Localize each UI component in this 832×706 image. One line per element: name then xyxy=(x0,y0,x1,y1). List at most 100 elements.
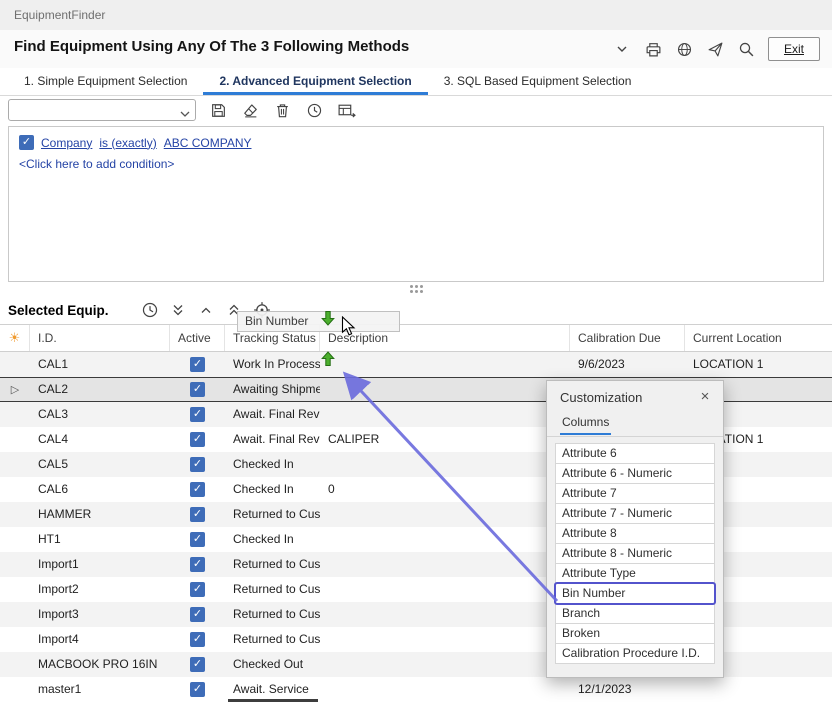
row-indicator[interactable] xyxy=(0,552,30,577)
cell-tracking-status[interactable]: Work In Process xyxy=(225,352,320,377)
double-chevron-down-icon[interactable] xyxy=(168,301,187,320)
cell-description[interactable] xyxy=(320,577,570,602)
cell-tracking-status[interactable]: Await. Final Review xyxy=(225,402,320,427)
active-checkbox[interactable] xyxy=(190,557,205,572)
active-checkbox[interactable] xyxy=(190,357,205,372)
row-indicator[interactable] xyxy=(0,677,30,702)
cell-id[interactable]: HAMMER xyxy=(30,502,170,527)
customization-list-item[interactable]: Attribute 8 - Numeric xyxy=(555,543,715,564)
column-header-current-location[interactable]: Current Location xyxy=(685,325,832,351)
cell-current-location[interactable] xyxy=(685,677,832,702)
row-indicator[interactable] xyxy=(0,377,30,402)
cell-calibration-due[interactable]: 12/1/2023 xyxy=(570,677,685,702)
tab-simple-selection[interactable]: 1. Simple Equipment Selection xyxy=(8,68,203,95)
cell-tracking-status[interactable]: Returned to Custo xyxy=(225,502,320,527)
row-indicator[interactable] xyxy=(0,452,30,477)
splitter-handle[interactable] xyxy=(0,282,832,296)
cell-description[interactable] xyxy=(320,527,570,552)
customization-list-item[interactable]: Broken xyxy=(555,623,715,644)
cell-tracking-status[interactable]: Checked In xyxy=(225,527,320,552)
customization-list-item[interactable]: Bin Number xyxy=(555,583,715,604)
chevron-up-icon[interactable] xyxy=(196,301,215,320)
chevron-down-icon[interactable] xyxy=(613,40,632,59)
cell-description[interactable] xyxy=(320,652,570,677)
cell-description[interactable] xyxy=(320,377,570,402)
column-header-active[interactable]: Active xyxy=(170,325,225,351)
cell-calibration-due[interactable]: 9/6/2023 xyxy=(570,352,685,377)
row-indicator[interactable] xyxy=(0,627,30,652)
cell-tracking-status[interactable]: Awaiting Shipmen xyxy=(225,377,320,402)
cell-tracking-status[interactable]: Await. Final Review xyxy=(225,427,320,452)
cell-description[interactable] xyxy=(320,602,570,627)
globe-icon[interactable] xyxy=(675,40,694,59)
customization-list-item[interactable]: Attribute 6 - Numeric xyxy=(555,463,715,484)
row-indicator[interactable] xyxy=(0,427,30,452)
clock-icon[interactable] xyxy=(140,301,159,320)
customization-list-item[interactable]: Attribute 7 xyxy=(555,483,715,504)
condition-operator-link[interactable]: is (exactly) xyxy=(99,136,156,150)
tab-columns[interactable]: Columns xyxy=(560,413,611,435)
cell-id[interactable]: master1 xyxy=(30,677,170,702)
close-icon[interactable] xyxy=(696,387,714,405)
send-icon[interactable] xyxy=(706,40,725,59)
tab-advanced-selection[interactable]: 2. Advanced Equipment Selection xyxy=(203,68,427,95)
cell-id[interactable]: CAL3 xyxy=(30,402,170,427)
customization-list-item[interactable]: Attribute 7 - Numeric xyxy=(555,503,715,524)
active-checkbox[interactable] xyxy=(190,382,205,397)
row-indicator[interactable] xyxy=(0,602,30,627)
cell-description[interactable] xyxy=(320,677,570,702)
eraser-icon[interactable] xyxy=(241,101,260,120)
h-scrollbar-thumb[interactable] xyxy=(228,699,318,702)
cell-description[interactable]: 0 xyxy=(320,477,570,502)
table-row[interactable]: CAL1 Work In Process 9/6/2023 LOCATION 1 xyxy=(0,352,832,377)
active-checkbox[interactable] xyxy=(190,457,205,472)
condition-value-link[interactable]: ABC COMPANY xyxy=(164,136,252,150)
cell-id[interactable]: Import2 xyxy=(30,577,170,602)
search-icon[interactable] xyxy=(737,40,756,59)
cell-tracking-status[interactable]: Returned to Custo xyxy=(225,602,320,627)
condition-checkbox[interactable] xyxy=(19,135,34,150)
column-header-id[interactable]: I.D. xyxy=(30,325,170,351)
row-indicator[interactable] xyxy=(0,477,30,502)
delete-icon[interactable] xyxy=(273,101,292,120)
grid-settings-sun-icon[interactable]: ☀ xyxy=(0,325,30,351)
active-checkbox[interactable] xyxy=(190,657,205,672)
cell-tracking-status[interactable]: Returned to Custo xyxy=(225,552,320,577)
active-checkbox[interactable] xyxy=(190,682,205,697)
active-checkbox[interactable] xyxy=(190,507,205,522)
history-icon[interactable] xyxy=(305,101,324,120)
customization-list-item[interactable]: Attribute 8 xyxy=(555,523,715,544)
cell-tracking-status[interactable]: Checked In xyxy=(225,452,320,477)
cell-description[interactable] xyxy=(320,402,570,427)
row-indicator[interactable] xyxy=(0,502,30,527)
cell-id[interactable]: MACBOOK PRO 16IN xyxy=(30,652,170,677)
cell-current-location[interactable]: LOCATION 1 xyxy=(685,352,832,377)
cell-description[interactable] xyxy=(320,502,570,527)
cell-id[interactable]: HT1 xyxy=(30,527,170,552)
cell-tracking-status[interactable]: Returned to Custo xyxy=(225,627,320,652)
cell-id[interactable]: CAL2 xyxy=(30,377,170,402)
active-checkbox[interactable] xyxy=(190,582,205,597)
active-checkbox[interactable] xyxy=(190,407,205,422)
saved-filter-combobox[interactable] xyxy=(8,99,196,121)
exit-button[interactable]: Exit xyxy=(768,37,820,61)
cell-description[interactable] xyxy=(320,352,570,377)
grid-layout-icon[interactable] xyxy=(337,101,356,120)
table-row[interactable]: master1 Await. Service 12/1/2023 xyxy=(0,677,832,702)
tab-sql-selection[interactable]: 3. SQL Based Equipment Selection xyxy=(428,68,648,95)
active-checkbox[interactable] xyxy=(190,482,205,497)
customization-list-item[interactable]: Attribute Type xyxy=(555,563,715,584)
cell-id[interactable]: CAL1 xyxy=(30,352,170,377)
active-checkbox[interactable] xyxy=(190,632,205,647)
cell-description[interactable] xyxy=(320,552,570,577)
print-icon[interactable] xyxy=(644,40,663,59)
active-checkbox[interactable] xyxy=(190,607,205,622)
cell-tracking-status[interactable]: Returned to Custo xyxy=(225,577,320,602)
cell-id[interactable]: Import1 xyxy=(30,552,170,577)
row-indicator[interactable] xyxy=(0,527,30,552)
cell-id[interactable]: CAL5 xyxy=(30,452,170,477)
active-checkbox[interactable] xyxy=(190,432,205,447)
cell-description[interactable] xyxy=(320,627,570,652)
customization-list-item[interactable]: Attribute 6 xyxy=(555,443,715,464)
customization-list-item[interactable]: Branch xyxy=(555,603,715,624)
